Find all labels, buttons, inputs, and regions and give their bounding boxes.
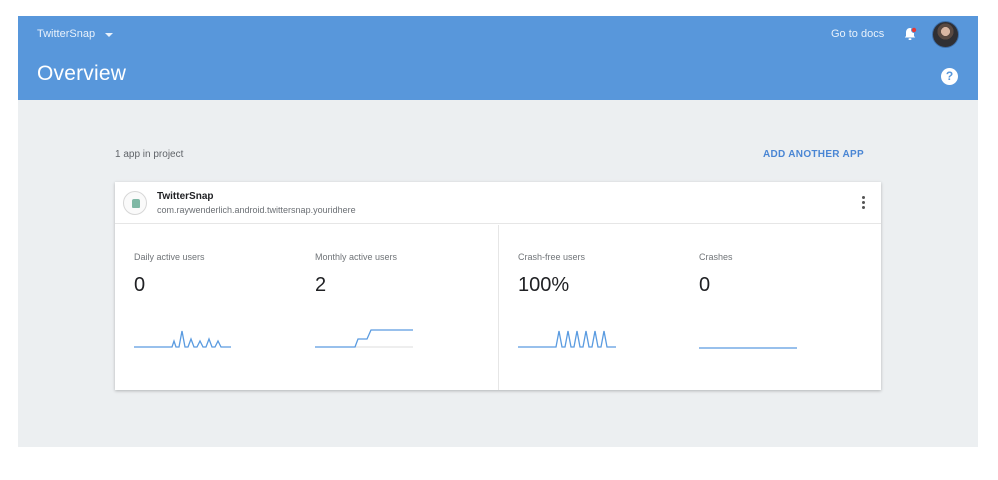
app-count-text: 1 app in project [115,149,184,160]
monthly-users-sparkline [315,329,413,348]
daily-users-sparkline [134,330,231,348]
metric-value: 0 [699,274,711,296]
app-name: TwitterSnap [157,191,214,202]
app-card-header: TwitterSnap com.raywenderlich.android.tw… [115,182,881,224]
avatar[interactable] [932,21,959,48]
chevron-down-icon [105,32,114,37]
metric-label: Crashes [699,252,733,262]
metric-monthly-active-users[interactable]: Monthly active users 2 [315,225,485,385]
crashes-sparkline [699,347,797,349]
project-switcher[interactable]: TwitterSnap [37,28,114,40]
metric-value: 2 [315,274,327,296]
metric-daily-active-users[interactable]: Daily active users 0 [134,225,304,385]
project-name: TwitterSnap [37,28,96,40]
android-icon [123,191,147,215]
metric-value: 100% [518,274,570,296]
go-to-docs-link[interactable]: Go to docs [831,28,884,40]
app-package-name: com.raywenderlich.android.twittersnap.yo… [157,205,356,215]
firebase-console-window: TwitterSnap Overview Go to docs ? 1 app … [18,16,978,447]
crash-free-sparkline [518,330,616,348]
metric-value: 0 [134,274,146,296]
metric-crash-free-users[interactable]: Crash-free users 100% [518,225,688,385]
add-another-app-button[interactable]: ADD ANOTHER APP [763,149,864,160]
top-app-bar: TwitterSnap Overview Go to docs ? [18,16,978,100]
bell-icon[interactable] [902,26,918,42]
help-icon[interactable]: ? [941,68,958,85]
more-vert-icon[interactable] [858,193,868,211]
app-card: TwitterSnap com.raywenderlich.android.tw… [115,182,881,390]
page-title: Overview [37,62,127,85]
metric-label: Crash-free users [518,252,586,262]
metric-crashes[interactable]: Crashes 0 [699,225,869,385]
metric-label: Daily active users [134,252,205,262]
card-divider [498,225,499,390]
metric-label: Monthly active users [315,252,398,262]
